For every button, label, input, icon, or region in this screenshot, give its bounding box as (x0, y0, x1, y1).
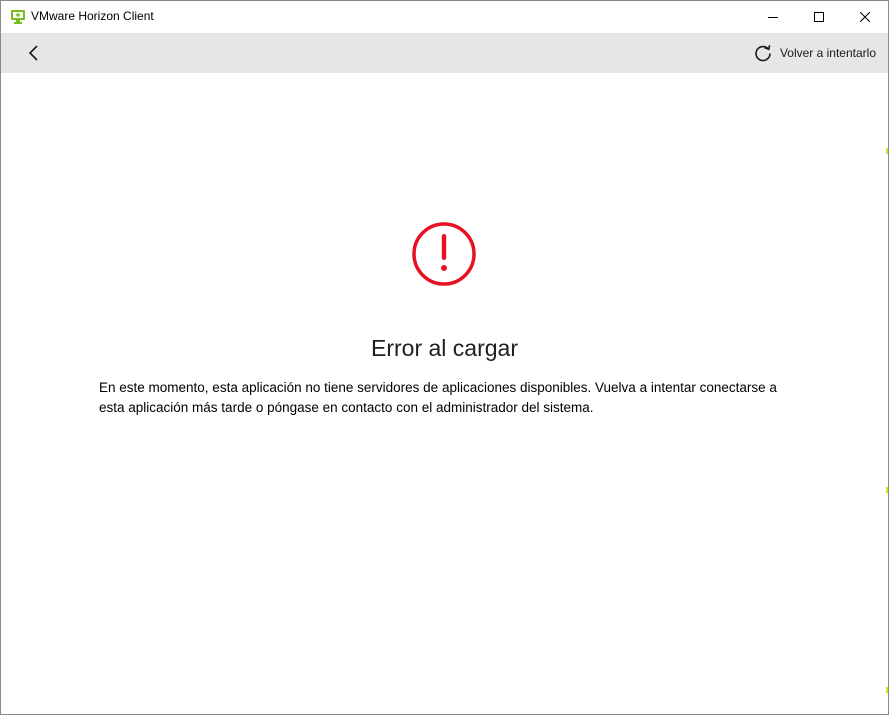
chevron-left-icon (28, 45, 38, 61)
close-button[interactable] (842, 1, 888, 33)
navigation-toolbar: Volver a intentarlo (1, 33, 888, 73)
edge-artifact (886, 487, 888, 493)
error-message: En este momento, esta aplicación no tien… (99, 380, 777, 415)
close-icon (860, 12, 870, 22)
retry-button[interactable]: Volver a intentarlo (754, 39, 876, 67)
error-exclamation-icon (412, 222, 476, 286)
window-title: VMware Horizon Client (31, 9, 154, 23)
minimize-button[interactable] (750, 1, 796, 33)
app-window: VMware Horizon Client Volver a intentarl… (0, 0, 889, 715)
maximize-button[interactable] (796, 1, 842, 33)
error-title: Error al cargar (371, 335, 518, 361)
back-button[interactable] (19, 39, 49, 67)
minimize-icon (768, 17, 778, 18)
edge-artifact (886, 687, 888, 693)
edge-artifact (886, 148, 888, 154)
title-bar[interactable]: VMware Horizon Client (1, 1, 888, 33)
error-panel: Error al cargar En este momento, esta ap… (1, 73, 888, 714)
retry-label: Volver a intentarlo (779, 46, 876, 60)
refresh-icon (755, 45, 771, 62)
vmware-horizon-logo-icon (11, 10, 25, 24)
maximize-icon (814, 12, 824, 22)
